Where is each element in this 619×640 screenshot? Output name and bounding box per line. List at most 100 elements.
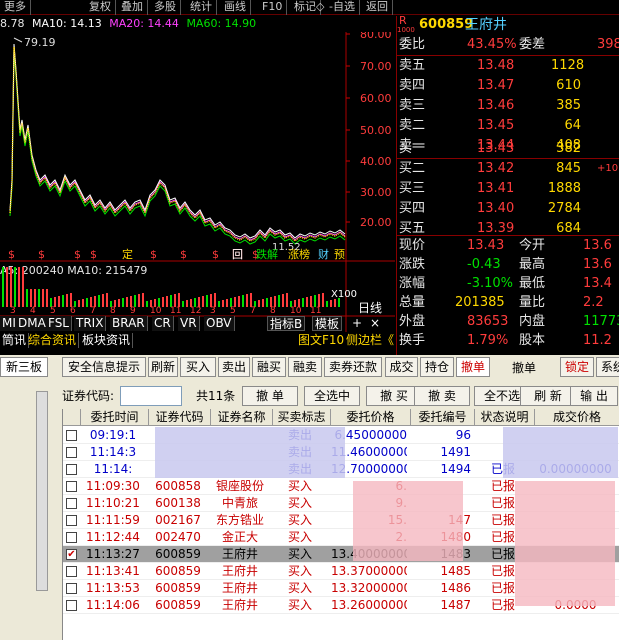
- info-tab-2[interactable]: 板块资讯: [80, 333, 134, 348]
- stat-value: 83653: [467, 314, 509, 329]
- toolbar-btn-5[interactable]: 融卖: [288, 357, 322, 377]
- menu-item-5[interactable]: 画线: [220, 0, 251, 15]
- toolbar-btn-1[interactable]: 刷新: [148, 357, 178, 377]
- col-header-0[interactable]: 委托时间: [81, 409, 149, 426]
- sell-row: 卖四 13.47 610: [397, 77, 619, 95]
- row-checkbox[interactable]: [66, 515, 77, 526]
- row-checkbox[interactable]: [66, 447, 77, 458]
- tech-tab-cr[interactable]: CR: [152, 316, 174, 331]
- action-bar: 撤 单全选中撤 买撤 卖全不选刷 新输 出: [242, 386, 619, 406]
- row-checkbox[interactable]: [66, 583, 77, 594]
- volume-bar: [34, 289, 36, 307]
- cell-side: 买入: [287, 598, 312, 612]
- row-checkbox[interactable]: ✔: [66, 549, 77, 560]
- menu-item-4[interactable]: 统计: [186, 0, 217, 15]
- col-header-7[interactable]: 成交价格: [535, 409, 619, 426]
- diamond-icon[interactable]: ◇: [312, 0, 328, 15]
- ma20-curve: [9, 45, 346, 241]
- stat-label2: 今开: [519, 238, 546, 253]
- toolbar-btn-3[interactable]: 卖出: [218, 357, 250, 377]
- cell-no: 1487: [440, 598, 471, 612]
- menu-item-3[interactable]: 多股: [150, 0, 181, 15]
- cell-name: 王府井: [221, 598, 258, 612]
- weicha-value: 398: [597, 37, 619, 52]
- tech-tab-brar[interactable]: BRAR: [110, 316, 148, 331]
- tech-extra-1[interactable]: 模板: [312, 316, 343, 331]
- tech-tab-fsl[interactable]: FSL: [46, 316, 72, 331]
- row-checkbox[interactable]: [66, 464, 77, 475]
- buy-row: 买一 13.43 382: [397, 140, 619, 158]
- close-icon[interactable]: ×: [370, 316, 380, 331]
- info-tab-0[interactable]: 筒讯: [0, 333, 30, 348]
- menu-item-0[interactable]: 更多: [0, 0, 31, 15]
- col-header-5[interactable]: 委托编号: [411, 409, 475, 426]
- privacy-mask: [503, 427, 618, 478]
- stat-label: 涨幅: [399, 276, 426, 291]
- volume-bar: [202, 296, 204, 307]
- buy-vol: 382: [556, 141, 581, 156]
- action-btn-5[interactable]: 刷 新: [520, 386, 576, 406]
- tech-tab-dma[interactable]: DMA: [16, 316, 49, 331]
- toolbar-btn-7[interactable]: 成交: [385, 357, 418, 377]
- security-code-input[interactable]: [120, 386, 182, 406]
- y-tick-label: 20.00: [360, 216, 392, 229]
- stat-label2: 量比: [519, 295, 546, 310]
- cell-name: 银座股份: [215, 479, 264, 493]
- toolbar-btn-4[interactable]: 融买: [252, 357, 286, 377]
- ma-indicator-line: 8.78 MA10: 14.13 MA20: 14.44 MA60: 14.90: [0, 16, 395, 32]
- toolbar-btn-0[interactable]: 安全信息提示: [62, 357, 146, 377]
- row-checkbox[interactable]: [66, 566, 77, 577]
- menu-item-9[interactable]: 返回: [362, 0, 393, 15]
- menu-item-8[interactable]: -自选: [325, 0, 360, 15]
- info-tab-1[interactable]: 综合资讯: [26, 333, 80, 348]
- tech-tab-trix[interactable]: TRIX: [74, 316, 107, 331]
- month-tick: 5: [230, 306, 236, 316]
- info-right-1[interactable]: 侧边栏《: [346, 333, 394, 348]
- volume-bar: [326, 301, 328, 307]
- action-btn-3[interactable]: 撤 卖: [414, 386, 470, 406]
- buy-vol: 2784: [547, 201, 581, 216]
- action-btn-1[interactable]: 全选中: [304, 386, 360, 406]
- col-header-3[interactable]: 买卖标志: [273, 409, 331, 426]
- toolbar-right-1[interactable]: 系统: [596, 357, 619, 377]
- row-checkbox[interactable]: [66, 481, 77, 492]
- month-tick: 10: [150, 306, 162, 316]
- menu-item-1[interactable]: 复权: [85, 0, 116, 15]
- month-tick: 8: [270, 306, 276, 316]
- toolbar-right-0[interactable]: 锁定: [560, 357, 594, 377]
- toolbar-btn-8[interactable]: 持仓: [420, 357, 454, 377]
- menu-item-6[interactable]: F10: [258, 0, 288, 15]
- action-btn-6[interactable]: 输 出: [570, 386, 618, 406]
- tech-tab-vr[interactable]: VR: [178, 316, 200, 331]
- row-checkbox[interactable]: [66, 532, 77, 543]
- toolbar-btn-9[interactable]: 撤单: [456, 357, 490, 377]
- tech-tab-obv[interactable]: OBV: [204, 316, 235, 331]
- toolbar-btn-2[interactable]: 买入: [180, 357, 216, 377]
- col-header-6[interactable]: 状态说明: [475, 409, 535, 426]
- action-btn-0[interactable]: 撤 单: [242, 386, 298, 406]
- col-header-4[interactable]: 委托价格: [331, 409, 411, 426]
- row-checkbox[interactable]: [66, 430, 77, 441]
- tech-extra-0[interactable]: 指标B: [267, 316, 306, 331]
- volume-bar: [206, 295, 208, 307]
- cell-time: 11:14:: [93, 462, 133, 476]
- tab-new-third-board[interactable]: 新三板: [0, 357, 48, 377]
- info-right-0[interactable]: 图文F10: [298, 333, 344, 348]
- y-tick-label: 30.00: [360, 186, 392, 199]
- left-scrollbar[interactable]: [36, 391, 48, 591]
- col-header-2[interactable]: 证券名称: [211, 409, 273, 426]
- kline-chart[interactable]: 80.00 70.00 60.00 50.00 40.00 30.00 20.00 79.19…: [0, 28, 395, 348]
- stat-row: 涨幅 -3.10% 最低 13.4: [397, 275, 619, 293]
- row-checkbox[interactable]: [66, 600, 77, 611]
- stat-value2: 13.4: [583, 276, 612, 291]
- buy-price: 13.43: [477, 141, 515, 156]
- cell-time: 11:13:41: [86, 564, 140, 578]
- add-icon[interactable]: +: [352, 316, 362, 331]
- volume-bar: [238, 296, 240, 307]
- col-header-1[interactable]: 证券代码: [149, 409, 211, 426]
- menu-item-2[interactable]: 叠加: [117, 0, 148, 15]
- buy-price: 13.41: [477, 181, 515, 196]
- row-checkbox[interactable]: [66, 498, 77, 509]
- toolbar-btn-6[interactable]: 卖券还款: [324, 357, 382, 377]
- stat-label2: 股本: [519, 333, 546, 348]
